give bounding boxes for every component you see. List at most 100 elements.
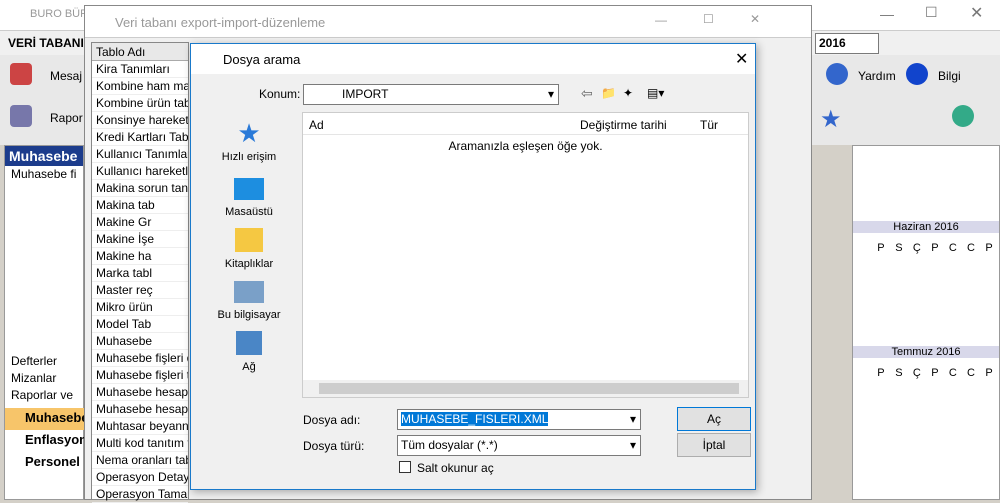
mesaj-icon[interactable] bbox=[10, 63, 32, 85]
menu-veri-tabani[interactable]: VERİ TABANI bbox=[8, 36, 84, 50]
ftype-value: Tüm dosyalar (*.*) bbox=[401, 438, 498, 452]
file-list[interactable]: Ad Değiştirme tarihi Tür Aramanızla eşle… bbox=[302, 112, 749, 398]
file-dialog: Dosya arama ✕ Konum: IMPORT ▾ ⇦ 📁 ✦ ▤▾ ★ H… bbox=[190, 43, 756, 490]
ftype-select[interactable]: Tüm dosyalar (*.*) ▾ bbox=[397, 435, 641, 456]
weekday-label: P bbox=[877, 366, 885, 379]
weekday-label: S bbox=[895, 241, 903, 254]
table-item[interactable]: Muhasebe bbox=[92, 333, 188, 350]
place-quick-access[interactable]: ★ Hızlı erişim bbox=[199, 118, 299, 163]
rapor-label[interactable]: Rapor bbox=[50, 111, 83, 125]
weekday-label: S bbox=[895, 366, 903, 379]
panel-title: Muhasebe bbox=[5, 146, 83, 166]
open-button[interactable]: Aç bbox=[677, 407, 751, 431]
weekday-label: Ç bbox=[912, 366, 921, 379]
star-icon[interactable]: ★ bbox=[820, 105, 842, 134]
place-this-pc[interactable]: Bu bilgisayar bbox=[199, 275, 299, 321]
main-minimize-button[interactable]: — bbox=[880, 6, 894, 22]
weekday-label: P bbox=[985, 241, 993, 254]
ftype-label: Dosya türü: bbox=[303, 439, 365, 453]
view-menu-icon[interactable]: ▤▾ bbox=[647, 86, 664, 100]
table-item[interactable]: Muhasebe hesap pla bbox=[92, 384, 188, 401]
table-item[interactable]: Mikro ürün bbox=[92, 299, 188, 316]
year-input[interactable]: 2016 bbox=[815, 33, 879, 54]
cal-days-1: PSÇPCCP bbox=[871, 238, 999, 257]
chevron-down-icon: ▾ bbox=[629, 438, 636, 452]
up-folder-icon[interactable]: 📁 bbox=[601, 86, 616, 100]
rapor-icon[interactable] bbox=[10, 105, 32, 127]
table-item[interactable]: Konsinye hareketler bbox=[92, 112, 188, 129]
readonly-checkbox[interactable] bbox=[399, 461, 411, 473]
fname-value: MUHASEBE_FISLERI.XML bbox=[401, 412, 549, 426]
place-desktop[interactable]: Masaüstü bbox=[199, 172, 299, 218]
nav-enflasyon[interactable]: Enflasyon bbox=[5, 430, 87, 452]
weekday-label: C bbox=[948, 241, 957, 254]
editor-minimize[interactable]: — bbox=[655, 13, 667, 27]
col-ad[interactable]: Ad bbox=[309, 118, 324, 132]
table-item[interactable]: Muhtasar beyannam bbox=[92, 418, 188, 435]
place-network[interactable]: Ağ bbox=[199, 327, 299, 373]
table-item[interactable]: Makine İşe bbox=[92, 231, 188, 248]
tree-mizanlar[interactable]: Mizanlar bbox=[11, 370, 83, 387]
table-item[interactable]: Kombine ürün tablo bbox=[92, 95, 188, 112]
table-item[interactable]: Muhasebe fişleri de bbox=[92, 350, 188, 367]
table-item[interactable]: Kredi Kartları Tablos bbox=[92, 129, 188, 146]
back-icon[interactable]: ⇦ bbox=[581, 85, 593, 102]
editor-close[interactable]: ✕ bbox=[750, 12, 760, 26]
fname-input[interactable]: MUHASEBE_FISLERI.XML ▾ bbox=[397, 409, 641, 430]
editor-titlebar: Veri tabanı export-import-düzenleme — ☐ … bbox=[85, 6, 811, 38]
konum-label: Konum: bbox=[259, 87, 301, 101]
table-item[interactable]: Kira Tanımları bbox=[92, 61, 188, 78]
left-panel: Muhasebe Muhasebe fi Defterler Mizanlar … bbox=[4, 145, 89, 500]
tree-raporlar[interactable]: Raporlar ve bbox=[11, 387, 83, 404]
table-item[interactable]: Model Tab bbox=[92, 316, 188, 333]
table-item[interactable]: Kullanıcı Tanımları Ta bbox=[92, 146, 188, 163]
table-item[interactable]: Operasyon Detayla bbox=[92, 469, 188, 486]
nav-personel[interactable]: Personel bbox=[5, 452, 85, 474]
place-libraries[interactable]: Kitaplıklar bbox=[199, 224, 299, 270]
globe-icon[interactable] bbox=[952, 105, 974, 127]
weekday-label: P bbox=[931, 366, 939, 379]
table-item[interactable]: Kullanıcı hareketleri bbox=[92, 163, 188, 180]
info-icon[interactable] bbox=[906, 63, 928, 85]
editor-maximize[interactable]: ☐ bbox=[703, 12, 714, 26]
editor-title: Veri tabanı export-import-düzenleme bbox=[115, 15, 326, 30]
h-scrollbar[interactable] bbox=[303, 380, 748, 397]
tree-root[interactable]: Muhasebe fi bbox=[11, 166, 83, 183]
table-item[interactable]: Makine ha bbox=[92, 248, 188, 265]
nav-muhasebe[interactable]: Muhasebe bbox=[5, 408, 89, 430]
table-item[interactable]: Marka tabl bbox=[92, 265, 188, 282]
readonly-label: Salt okunur aç bbox=[417, 461, 494, 475]
bilgi-label[interactable]: Bilgi bbox=[938, 69, 961, 83]
weekday-label: C bbox=[966, 366, 975, 379]
new-folder-icon[interactable]: ✦ bbox=[623, 86, 633, 100]
table-item[interactable]: Multi kod tanıtım tab bbox=[92, 435, 188, 452]
tree-defterler[interactable]: Defterler bbox=[11, 353, 83, 370]
table-item[interactable]: Master reç bbox=[92, 282, 188, 299]
cancel-button[interactable]: İptal bbox=[677, 433, 751, 457]
dialog-close-button[interactable]: ✕ bbox=[735, 49, 748, 69]
col-date[interactable]: Değiştirme tarihi bbox=[580, 118, 667, 132]
network-icon bbox=[236, 331, 262, 355]
table-item[interactable]: Kombine ham madd bbox=[92, 78, 188, 95]
dialog-title: Dosya arama bbox=[223, 52, 301, 67]
table-item[interactable]: Nema oranları tablo bbox=[92, 452, 188, 469]
table-item[interactable]: Muhasebe fişleri tab bbox=[92, 367, 188, 384]
weekday-label: P bbox=[877, 241, 885, 254]
table-item[interactable]: Operasyon Tamaml bbox=[92, 486, 188, 503]
dialog-titlebar: Dosya arama ✕ bbox=[191, 44, 755, 74]
table-item[interactable]: Makina tab bbox=[92, 197, 188, 214]
weekday-label: P bbox=[985, 366, 993, 379]
main-close-button[interactable]: ✕ bbox=[970, 3, 983, 23]
table-item[interactable]: Makina sorun tanım bbox=[92, 180, 188, 197]
fname-label: Dosya adı: bbox=[303, 413, 361, 427]
empty-message: Aramanızla eşleşen öğe yok. bbox=[448, 139, 603, 153]
konum-select[interactable]: IMPORT ▾ bbox=[303, 84, 559, 105]
mesaj-label[interactable]: Mesaj bbox=[50, 69, 82, 83]
places-bar: ★ Hızlı erişim Masaüstü Kitaplıklar Bu bi… bbox=[199, 112, 299, 384]
main-maximize-button[interactable]: ☐ bbox=[925, 4, 938, 21]
help-icon[interactable] bbox=[826, 63, 848, 85]
table-item[interactable]: Muhasebe hesap pla bbox=[92, 401, 188, 418]
table-item[interactable]: Makine Gr bbox=[92, 214, 188, 231]
col-type[interactable]: Tür bbox=[700, 118, 718, 132]
yardim-label[interactable]: Yardım bbox=[858, 69, 896, 83]
